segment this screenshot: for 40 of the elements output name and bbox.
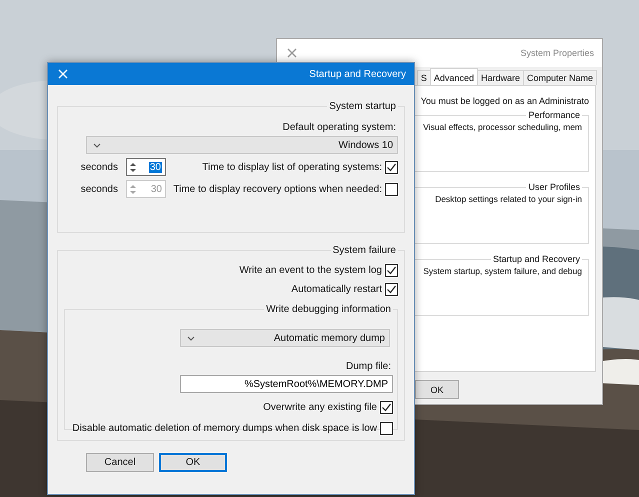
chevron-down-icon [93, 142, 101, 148]
ok-button[interactable]: OK [415, 380, 459, 399]
checkbox[interactable] [380, 401, 393, 414]
checkbox-label: Disable automatic deletion of memory dumps when disk space is low [72, 423, 377, 434]
dump-file-field[interactable]: %SystemRoot%\MEMORY.DMP [180, 375, 393, 393]
checkbox-label: Automatically restart [291, 284, 382, 295]
tab[interactable]: Advanced [430, 68, 478, 85]
checkbox-label: Overwrite any existing file [263, 402, 377, 413]
tab[interactable]: S [416, 70, 431, 85]
dialog-button[interactable]: Cancel [86, 453, 154, 472]
spin-arrows-icon[interactable] [129, 160, 137, 174]
group-title: Performance [527, 110, 581, 120]
checkbox-label: Write an event to the system log [239, 265, 382, 276]
group-title: Write debugging information [265, 304, 392, 315]
tab[interactable]: Computer Name [522, 70, 597, 85]
dialog-button[interactable]: OK [159, 453, 227, 472]
checkbox-label: Time to display recovery options when needed: [173, 184, 382, 194]
field-label: Dump file: [346, 361, 391, 372]
spin-box[interactable]: 30 [126, 158, 166, 176]
checkbox[interactable] [385, 264, 398, 277]
checkbox[interactable] [380, 422, 393, 435]
group-description: Visual effects, processor scheduling, mem [423, 122, 582, 132]
group-title: System failure [332, 245, 397, 256]
checkbox-label: Time to display list of operating systems: [202, 162, 382, 172]
dropdown[interactable]: Automatic memory dump [180, 329, 390, 347]
group-description: Desktop settings related to your sign-in [435, 194, 582, 204]
checkbox[interactable] [385, 283, 398, 296]
group-description: System startup, system failure, and debug [423, 266, 582, 276]
group-title: Startup and Recovery [492, 254, 581, 264]
group-title: User Profiles [527, 182, 581, 192]
field-label: Default operating system: [282, 122, 396, 133]
dropdown[interactable]: Windows 10 [86, 136, 398, 154]
unit-label: seconds [80, 184, 118, 194]
chevron-down-icon [187, 336, 195, 340]
notice-text: You must be logged on as an Administrato [420, 96, 589, 106]
window-title: System Properties [520, 48, 594, 58]
checkbox[interactable] [385, 160, 398, 174]
unit-label: seconds [80, 162, 118, 172]
window-title: Startup and Recovery [309, 68, 406, 80]
group-title: System startup [328, 101, 397, 112]
